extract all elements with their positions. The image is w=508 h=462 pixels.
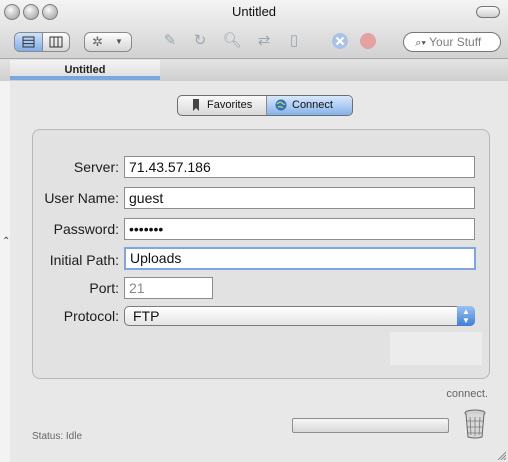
progress-bar <box>292 418 449 433</box>
active-tab-indicator <box>10 76 160 80</box>
list-view-icon <box>22 36 35 48</box>
document-icon[interactable]: ▯ <box>284 31 304 51</box>
server-label: Server: <box>73 159 119 175</box>
view-mode-control <box>14 32 70 52</box>
column-view-button[interactable] <box>43 33 69 51</box>
protocol-select[interactable]: FTP ▲ ▼ <box>124 306 475 326</box>
stop-icon[interactable] <box>358 31 378 51</box>
toolbar-toggle-button[interactable] <box>476 6 500 18</box>
column-view-icon <box>49 36 63 48</box>
trash-icon[interactable] <box>463 409 487 439</box>
get-info-icon[interactable]: 🔍︎ <box>222 31 242 51</box>
bookmark-icon <box>190 99 202 112</box>
password-field[interactable]: ••••••• <box>124 218 475 240</box>
edit-icon[interactable]: ✎ <box>160 31 180 51</box>
status-text: Status: Idle <box>32 431 83 442</box>
search-placeholder: Your Stuff <box>429 35 482 49</box>
gear-icon: ✲ <box>92 34 103 49</box>
username-label: User Name: <box>44 190 119 206</box>
search-field[interactable]: ⌕▾ Your Stuff <box>403 32 501 52</box>
blank-panel-area <box>390 332 482 365</box>
initial-path-label: Initial Path: <box>49 252 119 268</box>
search-icon: ⌕▾ <box>415 37 426 49</box>
protocol-value: FTP <box>133 308 160 324</box>
initial-path-field[interactable]: Uploads <box>124 247 476 270</box>
server-field[interactable]: 71.43.57.186 <box>124 156 475 178</box>
dropdown-arrow-icon: ▼ <box>115 37 123 46</box>
port-label: Port: <box>89 280 119 296</box>
port-field[interactable]: 21 <box>124 277 213 299</box>
globe-icon <box>275 99 287 111</box>
disconnect-icon[interactable] <box>330 31 350 51</box>
select-arrows-icon: ▲ ▼ <box>457 306 475 326</box>
protocol-label: Protocol: <box>63 308 119 324</box>
resize-grip-icon[interactable] <box>496 450 506 460</box>
password-label: Password: <box>53 221 119 237</box>
tab-favorites[interactable]: Favorites <box>178 96 267 115</box>
tab-connect[interactable]: Connect <box>267 96 352 115</box>
username-field[interactable]: guest <box>124 187 475 209</box>
window-title: Untitled <box>231 4 277 19</box>
title-bar: Untitled ✲ ▼ ✎ ↻ 🔍︎ ⇄ ▯ ⌕▾ Your Stuff <box>0 0 508 59</box>
refresh-icon[interactable]: ↻ <box>190 31 210 51</box>
window: Untitled ✲ ▼ ✎ ↻ 🔍︎ ⇄ ▯ ⌕▾ Your Stuff Un… <box>0 0 508 462</box>
favorites-connect-toggle: Favorites Connect <box>177 95 353 116</box>
list-view-button[interactable] <box>15 33 43 51</box>
sync-icon[interactable]: ⇄ <box>254 31 274 51</box>
connect-link[interactable]: connect. <box>446 388 488 400</box>
action-menu-button[interactable]: ✲ ▼ <box>84 32 132 52</box>
